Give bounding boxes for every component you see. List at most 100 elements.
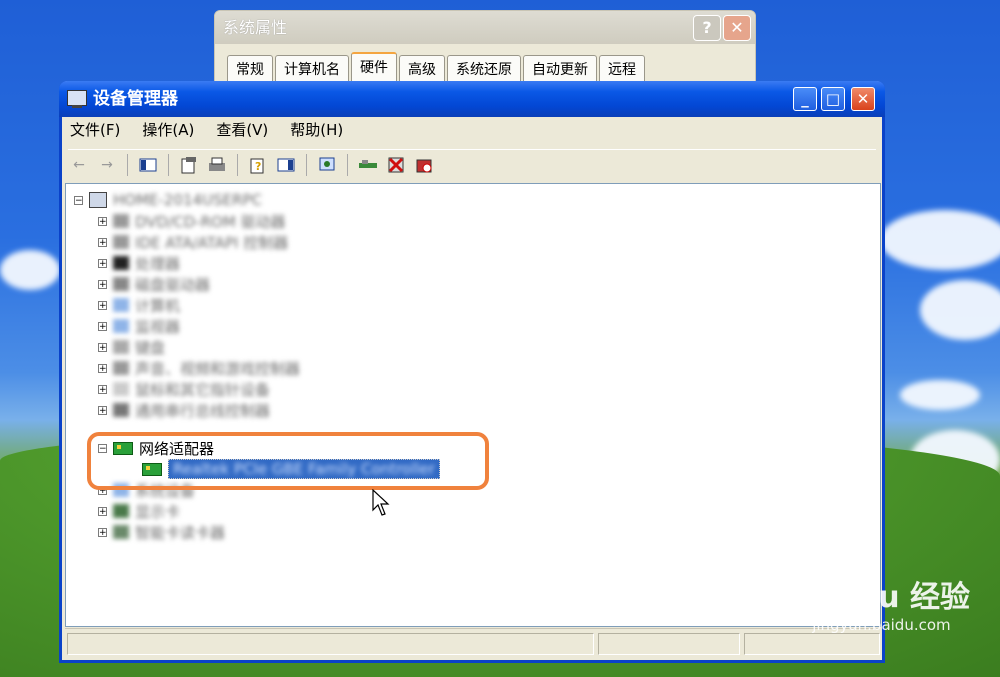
device-icon: [113, 525, 129, 539]
tree-item[interactable]: + 通用串行总线控制器: [98, 400, 270, 420]
tab-advanced[interactable]: 高级: [399, 55, 445, 83]
expand-icon[interactable]: +: [98, 384, 107, 394]
expand-icon[interactable]: +: [98, 363, 107, 373]
menu-bar: 文件(F) 操作(A) 查看(V) 帮助(H): [70, 119, 343, 140]
minimize-button[interactable]: _: [793, 87, 817, 111]
toolbar-separator: [168, 154, 169, 176]
expand-icon[interactable]: +: [98, 300, 107, 310]
menu-help[interactable]: 帮助(H): [290, 119, 343, 140]
tab-computer-name[interactable]: 计算机名: [275, 55, 349, 83]
expand-icon[interactable]: +: [98, 405, 107, 415]
cloud: [920, 280, 1000, 340]
expand-icon[interactable]: +: [98, 527, 107, 537]
expand-icon[interactable]: +: [98, 506, 107, 516]
print-icon[interactable]: [206, 155, 228, 175]
tree-item[interactable]: + 计算机: [98, 295, 180, 315]
back-arrow-icon[interactable]: ←: [68, 155, 90, 175]
system-properties-title: 系统属性: [223, 18, 288, 37]
svg-text:?: ?: [255, 160, 261, 173]
scan-hardware-icon[interactable]: [316, 155, 338, 175]
show-hide-tree-icon[interactable]: [137, 155, 159, 175]
device-icon: [113, 340, 129, 354]
tree-item-label: 处理器: [135, 254, 181, 273]
menu-view[interactable]: 查看(V): [216, 119, 268, 140]
tree-item-label: 磁盘驱动器: [135, 275, 211, 294]
device-icon: [113, 214, 129, 228]
tree-item[interactable]: + 监视器: [98, 316, 180, 336]
device-tree: − HOME-2014USERPC + DVD/CD-ROM 驱动器 + IDE…: [65, 183, 881, 627]
expand-icon[interactable]: +: [98, 321, 107, 331]
help-button[interactable]: ?: [693, 15, 721, 41]
toolbar: ← → ?: [68, 149, 876, 180]
show-hide-action-pane-icon[interactable]: [275, 155, 297, 175]
device-icon: [113, 298, 129, 312]
device-icon: [113, 256, 129, 270]
device-icon: [113, 361, 129, 375]
maximize-button[interactable]: □: [821, 87, 845, 111]
expand-icon[interactable]: +: [98, 216, 107, 226]
expand-icon[interactable]: +: [98, 279, 107, 289]
tree-item-label: 显示卡: [135, 502, 181, 521]
tab-general[interactable]: 常规: [227, 55, 273, 83]
tab-hardware[interactable]: 硬件: [351, 52, 397, 83]
tree-root-label: HOME-2014USERPC: [113, 191, 263, 209]
status-pane: [67, 633, 594, 655]
toolbar-separator: [306, 154, 307, 176]
watermark-brand: Bai du 经验: [792, 580, 970, 615]
toolbar-separator: [237, 154, 238, 176]
close-button[interactable]: ✕: [723, 15, 751, 41]
menu-file[interactable]: 文件(F): [70, 119, 120, 140]
tree-item[interactable]: + 磁盘驱动器: [98, 274, 210, 294]
tree-item[interactable]: + 鼠标和其它指针设备: [98, 379, 270, 399]
forward-arrow-icon[interactable]: →: [96, 155, 118, 175]
tree-item[interactable]: + 声音、视频和游戏控制器: [98, 358, 300, 378]
tree-item[interactable]: + DVD/CD-ROM 驱动器: [98, 211, 286, 231]
status-pane: [744, 633, 880, 655]
tree-item-label: 鼠标和其它指针设备: [135, 380, 271, 399]
device-manager-title: 设备管理器: [93, 89, 178, 109]
annotation-highlight-box: [87, 432, 489, 490]
tab-system-restore[interactable]: 系统还原: [447, 55, 521, 83]
status-pane: [598, 633, 740, 655]
status-bar: [65, 628, 880, 657]
tree-item-label: IDE ATA/ATAPI 控制器: [135, 233, 289, 252]
tree-item-label: 计算机: [135, 296, 181, 315]
tree-item[interactable]: + 处理器: [98, 253, 180, 273]
device-icon: [113, 382, 129, 396]
tree-item[interactable]: + 智能卡读卡器: [98, 522, 225, 542]
toolbar-separator: [347, 154, 348, 176]
tree-root[interactable]: − HOME-2014USERPC: [74, 190, 262, 210]
cloud: [880, 210, 1000, 270]
close-button[interactable]: ✕: [851, 87, 875, 111]
expand-icon[interactable]: +: [98, 237, 107, 247]
disable-device-icon[interactable]: [413, 155, 435, 175]
device-icon: [113, 319, 129, 333]
properties-icon[interactable]: [178, 155, 200, 175]
tree-item-label: 通用串行总线控制器: [135, 401, 271, 420]
mouse-cursor-icon: [372, 489, 390, 516]
toolbar-separator: [127, 154, 128, 176]
computer-icon: [67, 90, 87, 108]
uninstall-icon[interactable]: [385, 155, 407, 175]
baidu-watermark: Bai du 经验 jingyan.baidu.com: [793, 572, 970, 634]
tree-item[interactable]: + IDE ATA/ATAPI 控制器: [98, 232, 288, 252]
device-icon: [113, 277, 129, 291]
tree-item[interactable]: + 键盘: [98, 337, 165, 357]
device-icon: [113, 504, 129, 518]
tab-auto-update[interactable]: 自动更新: [523, 55, 597, 83]
menu-action[interactable]: 操作(A): [142, 119, 194, 140]
tree-item-label: 监视器: [135, 317, 181, 336]
tree-item-label: 键盘: [135, 338, 166, 357]
system-properties-titlebar: 系统属性 ? ✕: [215, 11, 755, 44]
expand-icon[interactable]: +: [98, 258, 107, 268]
watermark-url: jingyan.baidu.com: [812, 616, 951, 634]
help-icon[interactable]: ?: [247, 155, 269, 175]
tab-remote[interactable]: 远程: [599, 55, 645, 83]
computer-icon: [89, 192, 107, 208]
tree-item-label: 声音、视频和游戏控制器: [135, 359, 301, 378]
tree-item[interactable]: + 显示卡: [98, 501, 180, 521]
cloud: [900, 380, 980, 410]
update-driver-icon[interactable]: [357, 155, 379, 175]
expand-icon[interactable]: +: [98, 342, 107, 352]
collapse-icon[interactable]: −: [74, 195, 83, 205]
